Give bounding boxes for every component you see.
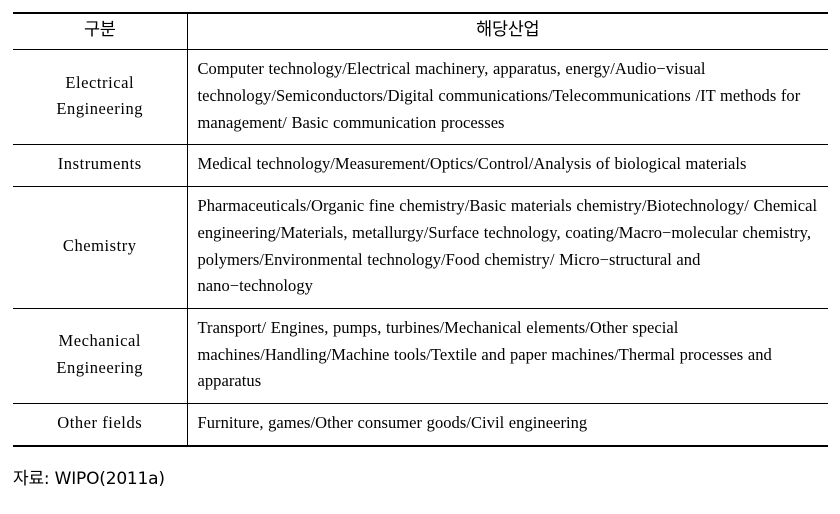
source-note: 자료: WIPO(2011a) — [13, 469, 165, 489]
row-industry-other-fields: Furniture, games/Other consumer goods/Ci… — [187, 403, 828, 447]
table-row: Electrical Engineering Computer technolo… — [13, 49, 828, 146]
row-category-chemistry: Chemistry — [13, 186, 188, 309]
row-category-other-fields: Other fields — [13, 403, 188, 447]
table-row: Instruments Medical technology/Measureme… — [13, 144, 828, 188]
table-row: Chemistry Pharmaceuticals/Organic fine c… — [13, 186, 828, 309]
column-header-industry: 해당산업 — [187, 12, 828, 51]
row-category-instruments: Instruments — [13, 144, 188, 188]
row-industry-instruments: Medical technology/Measurement/Optics/Co… — [187, 144, 828, 188]
row-category-mechanical-engineering: Mechanical Engineering — [13, 308, 188, 405]
classification-table-container: 구분 해당산업 Electrical Engineering Computer … — [13, 12, 828, 447]
row-industry-mechanical-engineering: Transport/ Engines, pumps, turbines/Mech… — [187, 308, 828, 405]
table-row: Mechanical Engineering Transport/ Engine… — [13, 308, 828, 405]
table-row: Other fields Furniture, games/Other cons… — [13, 403, 828, 447]
column-header-category: 구분 — [13, 12, 188, 51]
row-industry-chemistry: Pharmaceuticals/Organic fine chemistry/B… — [187, 186, 828, 309]
row-industry-electrical-engineering: Computer technology/Electrical machinery… — [187, 49, 828, 146]
classification-table: 구분 해당산업 Electrical Engineering Computer … — [13, 12, 828, 447]
table-header-row: 구분 해당산업 — [13, 12, 828, 51]
row-category-electrical-engineering: Electrical Engineering — [13, 49, 188, 146]
document-page: 구분 해당산업 Electrical Engineering Computer … — [0, 0, 840, 514]
